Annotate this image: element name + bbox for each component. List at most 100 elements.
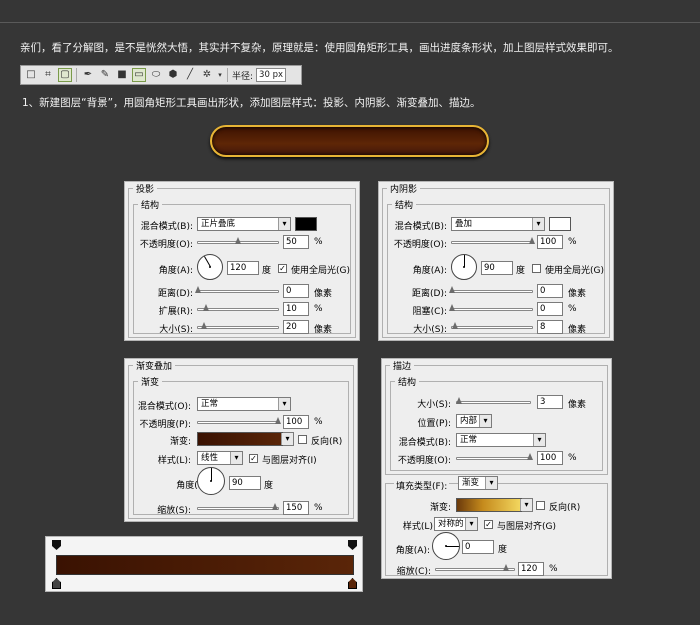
- angle-input[interactable]: 120: [227, 261, 259, 275]
- reverse-checkbox[interactable]: [536, 501, 545, 510]
- shape-layer-icon[interactable]: □: [24, 68, 38, 82]
- slider-thumb[interactable]: [201, 322, 208, 329]
- pen-tool-icon[interactable]: ✒: [81, 68, 95, 82]
- gradient-dropdown[interactable]: [520, 498, 533, 512]
- angle-dial-hand: [211, 468, 212, 481]
- slider-thumb[interactable]: [275, 417, 281, 424]
- scale-unit: %: [549, 564, 558, 574]
- radius-input[interactable]: 30 px: [256, 68, 287, 82]
- opacity-label: 不透明度(P):: [139, 420, 191, 430]
- slider-thumb[interactable]: [452, 322, 459, 329]
- distance-slider[interactable]: [449, 286, 533, 293]
- gradient-overlay-panel: 渐变叠加 渐变 混合模式(O): 正常 不透明度(P): 100 % 渐变: 反…: [124, 358, 358, 522]
- opacity-label: 不透明度(O):: [393, 240, 447, 250]
- opacity-stop-right[interactable]: [348, 540, 357, 550]
- spread-slider[interactable]: [197, 304, 279, 311]
- position-select[interactable]: 内部: [456, 414, 492, 428]
- slider-thumb[interactable]: [235, 237, 241, 244]
- align-with-layer-checkbox[interactable]: ✓: [249, 454, 258, 463]
- opacity-input[interactable]: 100: [537, 451, 563, 465]
- opacity-slider[interactable]: [451, 237, 535, 244]
- size-slider[interactable]: [456, 397, 531, 404]
- choke-slider[interactable]: [449, 304, 533, 311]
- polygon-tool-icon[interactable]: ⬢: [166, 68, 180, 82]
- angle-input[interactable]: 90: [481, 261, 513, 275]
- style-select[interactable]: 对称的: [434, 517, 478, 531]
- custom-shape-icon[interactable]: ✲: [200, 68, 214, 82]
- opacity-stop-left[interactable]: [52, 540, 61, 550]
- stroke-gradient-picker[interactable]: [456, 498, 522, 512]
- slider-thumb[interactable]: [203, 304, 209, 311]
- blend-mode-select[interactable]: 正片叠底: [197, 217, 291, 231]
- slider-thumb[interactable]: [271, 503, 278, 510]
- scale-slider[interactable]: [197, 503, 279, 510]
- slider-thumb[interactable]: [449, 286, 455, 293]
- distance-input[interactable]: 0: [537, 284, 563, 298]
- angle-dial[interactable]: [432, 532, 460, 560]
- size-slider[interactable]: [451, 322, 533, 329]
- slider-thumb[interactable]: [527, 453, 533, 460]
- blend-mode-select[interactable]: 正常: [456, 433, 546, 447]
- align-with-layer-checkbox[interactable]: ✓: [484, 520, 493, 529]
- angle-dial[interactable]: [197, 254, 223, 280]
- blend-mode-label: 混合模式(B):: [398, 438, 451, 448]
- fill-type-select[interactable]: 渐变: [458, 476, 498, 490]
- fill-pixels-icon[interactable]: ▢: [58, 68, 72, 82]
- path-icon[interactable]: ⌗: [41, 68, 55, 82]
- reverse-checkbox[interactable]: [298, 435, 307, 444]
- opacity-slider[interactable]: [197, 237, 279, 244]
- opacity-slider[interactable]: [197, 417, 281, 424]
- distance-slider[interactable]: [195, 286, 279, 293]
- choke-input[interactable]: 0: [537, 302, 563, 316]
- size-input[interactable]: 3: [537, 395, 563, 409]
- blend-mode-label: 混合模式(B):: [140, 222, 193, 232]
- spread-input[interactable]: 10: [283, 302, 309, 316]
- scale-input[interactable]: 120: [518, 562, 544, 576]
- slider-thumb[interactable]: [449, 304, 455, 311]
- toolbar-divider: [227, 68, 228, 82]
- size-input[interactable]: 20: [283, 320, 309, 334]
- blend-mode-select[interactable]: 正常: [197, 397, 291, 411]
- size-input[interactable]: 8: [537, 320, 563, 334]
- angle-unit: 度: [516, 266, 526, 276]
- style-select[interactable]: 线性: [197, 451, 243, 465]
- fill-type-label: 填充类型(F):: [394, 479, 450, 492]
- scale-label: 缩放(C):: [396, 567, 431, 577]
- angle-input[interactable]: 90: [229, 476, 261, 490]
- color-stop-left[interactable]: [52, 578, 61, 589]
- angle-dial[interactable]: [197, 467, 225, 495]
- color-stop-right[interactable]: [348, 578, 357, 589]
- angle-input[interactable]: 0: [462, 540, 494, 554]
- chevron-down-icon[interactable]: ▾: [217, 68, 223, 82]
- rounded-rectangle-tool-icon[interactable]: ▭: [132, 68, 146, 82]
- slider-thumb[interactable]: [503, 564, 510, 571]
- angle-unit: 度: [262, 266, 272, 276]
- opacity-input[interactable]: 50: [283, 235, 309, 249]
- opacity-input[interactable]: 100: [283, 415, 309, 429]
- gradient-dropdown[interactable]: [281, 432, 294, 446]
- slider-thumb[interactable]: [195, 286, 201, 293]
- gradient-picker[interactable]: [197, 432, 283, 446]
- opacity-slider[interactable]: [456, 453, 533, 460]
- freeform-pen-icon[interactable]: ✎: [98, 68, 112, 82]
- spread-unit: %: [314, 304, 323, 314]
- size-slider[interactable]: [197, 322, 279, 329]
- line-tool-icon[interactable]: ╱: [183, 68, 197, 82]
- slider-thumb[interactable]: [529, 237, 535, 244]
- scale-input[interactable]: 150: [283, 501, 309, 515]
- slider-thumb[interactable]: [456, 397, 463, 404]
- angle-dial[interactable]: [451, 254, 477, 280]
- ellipse-tool-icon[interactable]: ⬭: [149, 68, 163, 82]
- blend-mode-select[interactable]: 叠加: [451, 217, 545, 231]
- shadow-color-swatch[interactable]: [295, 217, 317, 231]
- use-global-light-checkbox[interactable]: ✓: [278, 264, 287, 273]
- use-global-light-checkbox[interactable]: [532, 264, 541, 273]
- shadow-color-swatch[interactable]: [549, 217, 571, 231]
- distance-input[interactable]: 0: [283, 284, 309, 298]
- opacity-label: 不透明度(O):: [397, 456, 451, 466]
- use-global-light-label: 使用全局光(G): [291, 266, 350, 276]
- rectangle-tool-icon[interactable]: ■: [115, 68, 129, 82]
- scale-slider[interactable]: [435, 564, 515, 571]
- blend-mode-label: 混合模式(O):: [137, 402, 191, 412]
- opacity-input[interactable]: 100: [537, 235, 563, 249]
